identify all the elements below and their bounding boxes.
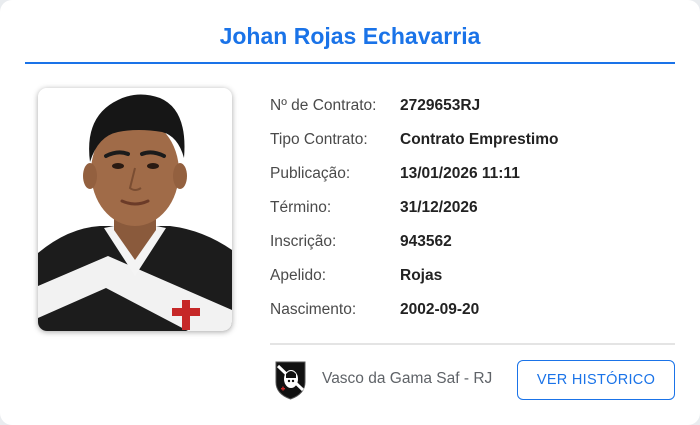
title-divider (25, 62, 675, 64)
footer-divider (270, 343, 675, 345)
detail-label: Tipo Contrato: (270, 131, 368, 148)
detail-value: Contrato Emprestimo (400, 131, 559, 148)
player-name-title: Johan Rojas Echavarria (219, 23, 481, 49)
detail-value: 2729653RJ (400, 97, 481, 114)
detail-value: Rojas (400, 267, 443, 284)
detail-label: Publicação: (270, 165, 351, 182)
detail-label: Nº de Contrato: (270, 97, 377, 114)
detail-value: 943562 (400, 233, 452, 250)
detail-label: Término: (270, 199, 332, 216)
detail-label: Nascimento: (270, 301, 357, 318)
detail-value: 31/12/2026 (400, 199, 478, 216)
view-history-button[interactable]: VER HISTÓRICO (517, 360, 675, 400)
player-card: Johan Rojas Echavarria Nº de Contrato: 2… (0, 0, 700, 425)
player-photo (38, 88, 232, 331)
detail-value: 2002-09-20 (400, 301, 480, 318)
detail-value: 13/01/2026 11:11 (400, 165, 520, 182)
vasco-crest-icon (274, 360, 307, 400)
detail-label: Apelido: (270, 267, 327, 284)
detail-label: Inscrição: (270, 233, 337, 250)
club-name: Vasco da Gama Saf - RJ (322, 370, 493, 387)
